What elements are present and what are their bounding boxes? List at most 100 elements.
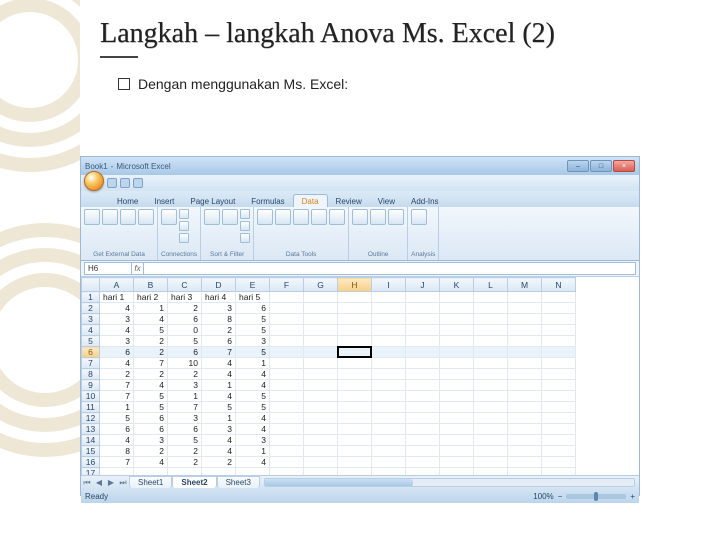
cell[interactable]: 5	[134, 325, 168, 336]
qat-redo-icon[interactable]	[133, 178, 143, 188]
cell[interactable]: 4	[236, 413, 270, 424]
cell[interactable]	[406, 292, 440, 303]
cell[interactable]	[440, 358, 474, 369]
hscroll-thumb[interactable]	[265, 479, 413, 486]
cell[interactable]: 3	[134, 435, 168, 446]
ribbon-cmd-icon[interactable]	[311, 209, 327, 225]
cell[interactable]	[304, 336, 338, 347]
close-button[interactable]: ×	[613, 160, 635, 172]
cell[interactable]	[440, 468, 474, 476]
cell[interactable]: 4	[236, 424, 270, 435]
cell[interactable]: 2	[168, 446, 202, 457]
cell[interactable]	[508, 380, 542, 391]
cell[interactable]: 7	[134, 358, 168, 369]
row-header[interactable]: 8	[82, 369, 100, 380]
cell[interactable]: 4	[100, 435, 134, 446]
zoom-out-icon[interactable]: −	[558, 492, 563, 501]
cell[interactable]: 5	[236, 314, 270, 325]
cell[interactable]: 6	[168, 314, 202, 325]
cell[interactable]: 2	[202, 457, 236, 468]
cell[interactable]: 5	[168, 336, 202, 347]
cell[interactable]	[372, 358, 406, 369]
cell[interactable]	[474, 292, 508, 303]
cell[interactable]	[474, 413, 508, 424]
cell[interactable]	[304, 358, 338, 369]
cell[interactable]	[304, 325, 338, 336]
row-header[interactable]: 12	[82, 413, 100, 424]
cell[interactable]	[542, 347, 576, 358]
cell[interactable]	[508, 358, 542, 369]
cell[interactable]: hari 4	[202, 292, 236, 303]
cell[interactable]	[508, 292, 542, 303]
cell[interactable]: 3	[236, 336, 270, 347]
row-header[interactable]: 1	[82, 292, 100, 303]
cell[interactable]: 6	[134, 413, 168, 424]
cell[interactable]	[542, 314, 576, 325]
cell[interactable]	[304, 380, 338, 391]
cell[interactable]	[542, 325, 576, 336]
cell[interactable]	[474, 358, 508, 369]
minimize-button[interactable]: –	[567, 160, 589, 172]
cell[interactable]: 6	[168, 347, 202, 358]
cell[interactable]	[440, 336, 474, 347]
cell[interactable]	[304, 391, 338, 402]
cell[interactable]: 5	[236, 391, 270, 402]
cell[interactable]	[406, 402, 440, 413]
cell[interactable]	[474, 424, 508, 435]
cell[interactable]	[406, 325, 440, 336]
tab-nav-first[interactable]: ⏮	[81, 478, 93, 488]
cell[interactable]	[372, 347, 406, 358]
zoom-thumb[interactable]	[594, 492, 598, 501]
column-header[interactable]: F	[270, 278, 304, 292]
cell[interactable]: 1	[202, 380, 236, 391]
column-header[interactable]: D	[202, 278, 236, 292]
cell[interactable]	[372, 402, 406, 413]
ribbon-cmd-icon[interactable]	[352, 209, 368, 225]
cell[interactable]	[304, 457, 338, 468]
cell[interactable]: 5	[134, 402, 168, 413]
cell[interactable]	[372, 468, 406, 476]
cell[interactable]	[304, 435, 338, 446]
cell[interactable]	[406, 391, 440, 402]
cell[interactable]	[508, 369, 542, 380]
cell[interactable]: 1	[168, 391, 202, 402]
maximize-button[interactable]: □	[590, 160, 612, 172]
column-header[interactable]: L	[474, 278, 508, 292]
qat-undo-icon[interactable]	[120, 178, 130, 188]
cell[interactable]	[474, 347, 508, 358]
ribbon-cmd-icon[interactable]	[179, 221, 189, 231]
cell[interactable]	[474, 446, 508, 457]
cell[interactable]	[270, 446, 304, 457]
column-header[interactable]: A	[100, 278, 134, 292]
cell[interactable]: 1	[100, 402, 134, 413]
cell[interactable]: hari 3	[168, 292, 202, 303]
ribbon-tab-review[interactable]: Review	[328, 195, 370, 207]
cell[interactable]: hari 1	[100, 292, 134, 303]
cell[interactable]	[542, 457, 576, 468]
column-header[interactable]: E	[236, 278, 270, 292]
cell[interactable]: 5	[100, 413, 134, 424]
cell[interactable]	[372, 303, 406, 314]
cell[interactable]	[270, 457, 304, 468]
cell[interactable]	[542, 446, 576, 457]
cell[interactable]	[372, 380, 406, 391]
cell[interactable]	[440, 413, 474, 424]
cell[interactable]	[406, 468, 440, 476]
ribbon-cmd-icon[interactable]	[329, 209, 345, 225]
row-header[interactable]: 5	[82, 336, 100, 347]
ribbon-cmd-icon[interactable]	[120, 209, 136, 225]
cell[interactable]	[270, 468, 304, 476]
cell[interactable]: 6	[134, 424, 168, 435]
cell[interactable]	[440, 402, 474, 413]
cell[interactable]: 6	[202, 336, 236, 347]
cell[interactable]	[542, 413, 576, 424]
ribbon-cmd-icon[interactable]	[204, 209, 220, 225]
tab-nav-prev[interactable]: ◀	[93, 478, 105, 487]
cell[interactable]	[338, 446, 372, 457]
cell[interactable]	[508, 435, 542, 446]
cell[interactable]: 7	[100, 457, 134, 468]
cell[interactable]: 3	[100, 314, 134, 325]
cell[interactable]	[338, 413, 372, 424]
cell[interactable]: 3	[168, 380, 202, 391]
worksheet-grid[interactable]: ABCDEFGHIJKLMN1hari 1hari 2hari 3hari 4h…	[81, 277, 639, 475]
